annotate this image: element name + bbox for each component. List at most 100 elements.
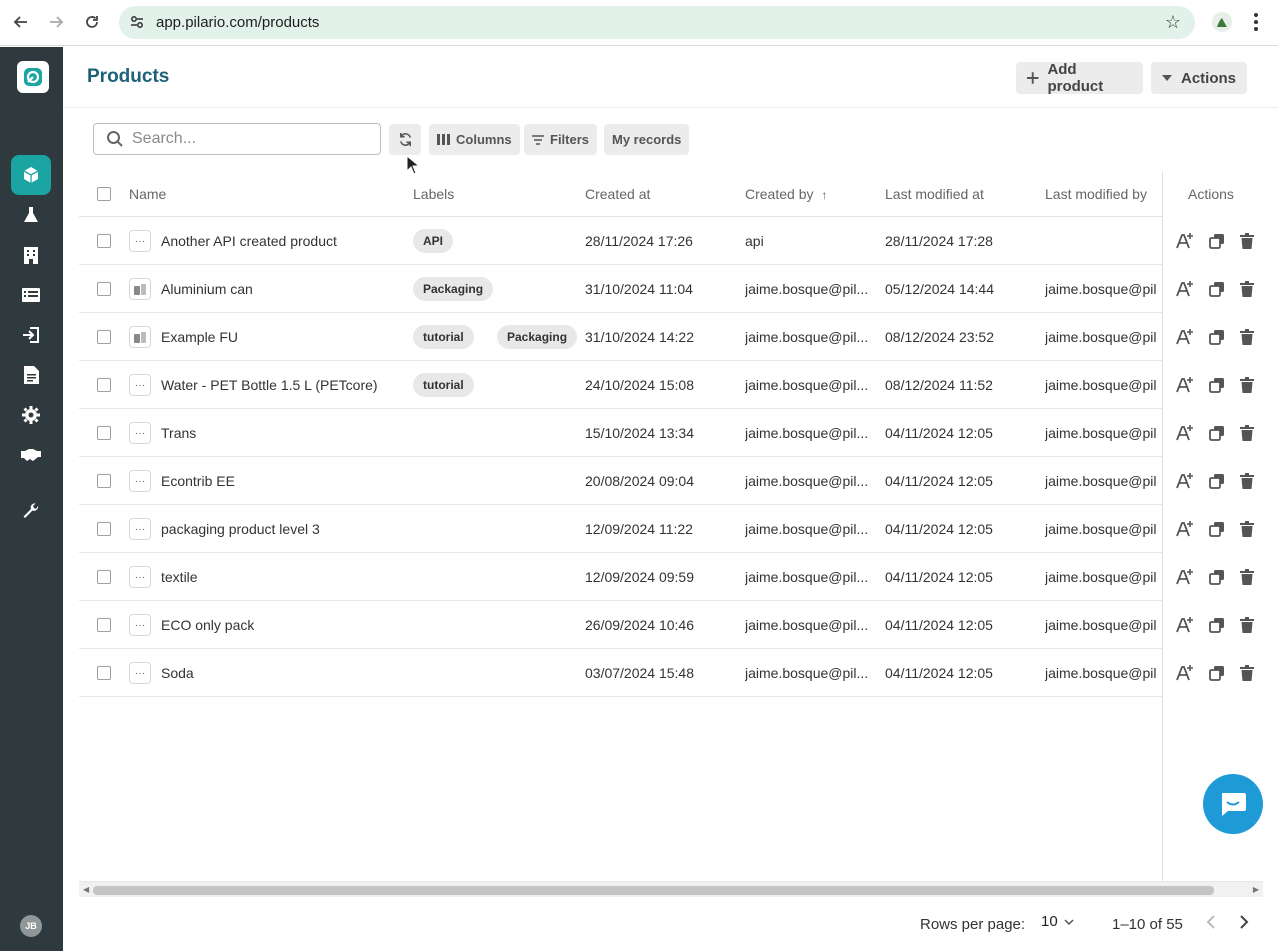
product-name[interactable]: Example FU bbox=[161, 329, 238, 345]
duplicate-button[interactable] bbox=[1206, 566, 1228, 588]
more-options-icon[interactable]: ··· bbox=[129, 566, 151, 588]
add-product-button[interactable]: Add product bbox=[1016, 61, 1143, 95]
product-name[interactable]: packaging product level 3 bbox=[161, 521, 320, 537]
table-row[interactable]: ··· ECO only pack 26/09/2024 10:46 jaime.bo… bbox=[79, 601, 1263, 649]
scroll-left-icon[interactable]: ◀ bbox=[83, 885, 89, 894]
delete-button[interactable] bbox=[1236, 374, 1258, 396]
table-row[interactable]: ··· packaging product level 3 12/09/2024 1… bbox=[79, 505, 1263, 553]
address-bar[interactable]: app.pilario.com/products ☆ bbox=[119, 6, 1195, 39]
assign-button[interactable] bbox=[1174, 470, 1196, 492]
delete-button[interactable] bbox=[1236, 230, 1258, 252]
table-row[interactable]: Example FU 31/10/2024 14:22 jaime.bosque@p… bbox=[79, 313, 1263, 361]
assign-button[interactable] bbox=[1174, 518, 1196, 540]
row-checkbox[interactable] bbox=[97, 426, 111, 440]
sidebar-item-import[interactable] bbox=[11, 315, 51, 355]
assign-button[interactable] bbox=[1174, 326, 1196, 348]
table-row[interactable]: ··· Water - PET Bottle 1.5 L (PETcore) 24/… bbox=[79, 361, 1263, 409]
assign-button[interactable] bbox=[1174, 422, 1196, 444]
browser-menu-button[interactable] bbox=[1248, 11, 1264, 33]
select-all-checkbox[interactable] bbox=[97, 187, 111, 201]
sidebar-item-products[interactable] bbox=[11, 155, 51, 195]
sidebar-item-documents[interactable] bbox=[11, 355, 51, 395]
row-checkbox[interactable] bbox=[97, 474, 111, 488]
next-page-button[interactable] bbox=[1239, 915, 1249, 934]
more-options-icon[interactable]: ··· bbox=[129, 470, 151, 492]
sidebar-item-settings[interactable] bbox=[11, 395, 51, 435]
more-options-icon[interactable]: ··· bbox=[129, 374, 151, 396]
search-field[interactable] bbox=[93, 123, 381, 155]
product-name[interactable]: ECO only pack bbox=[161, 617, 254, 633]
my-records-button[interactable]: My records bbox=[604, 124, 690, 155]
search-input[interactable] bbox=[132, 130, 362, 148]
delete-button[interactable] bbox=[1236, 326, 1258, 348]
actions-button[interactable]: Actions bbox=[1151, 62, 1247, 94]
column-header-labels[interactable]: Labels bbox=[413, 186, 454, 202]
product-name[interactable]: Trans bbox=[161, 425, 196, 441]
more-options-icon[interactable]: ··· bbox=[129, 518, 151, 540]
delete-button[interactable] bbox=[1236, 662, 1258, 684]
duplicate-button[interactable] bbox=[1206, 278, 1228, 300]
forward-button[interactable] bbox=[45, 11, 67, 33]
assign-button[interactable] bbox=[1174, 662, 1196, 684]
rows-per-page-select[interactable]: 10 bbox=[1041, 913, 1074, 930]
product-name[interactable]: Soda bbox=[161, 665, 194, 681]
duplicate-button[interactable] bbox=[1206, 614, 1228, 636]
delete-button[interactable] bbox=[1236, 518, 1258, 540]
row-checkbox[interactable] bbox=[97, 666, 111, 680]
row-checkbox[interactable] bbox=[97, 330, 111, 344]
site-settings-icon[interactable] bbox=[129, 14, 145, 30]
horizontal-scrollbar[interactable]: ◀ ▶ bbox=[79, 881, 1263, 897]
delete-button[interactable] bbox=[1236, 278, 1258, 300]
delete-button[interactable] bbox=[1236, 470, 1258, 492]
duplicate-button[interactable] bbox=[1206, 326, 1228, 348]
duplicate-button[interactable] bbox=[1206, 662, 1228, 684]
assign-button[interactable] bbox=[1174, 374, 1196, 396]
sidebar-item-lab[interactable] bbox=[11, 195, 51, 235]
more-options-icon[interactable]: ··· bbox=[129, 662, 151, 684]
more-options-icon[interactable]: ··· bbox=[129, 422, 151, 444]
scrollbar-thumb[interactable] bbox=[93, 886, 1214, 895]
delete-button[interactable] bbox=[1236, 614, 1258, 636]
delete-button[interactable] bbox=[1236, 566, 1258, 588]
assign-button[interactable] bbox=[1174, 230, 1196, 252]
row-checkbox[interactable] bbox=[97, 522, 111, 536]
table-row[interactable]: ··· Econtrib EE 20/08/2024 09:04 jaime.bosq… bbox=[79, 457, 1263, 505]
row-checkbox[interactable] bbox=[97, 282, 111, 296]
more-options-icon[interactable]: ··· bbox=[129, 614, 151, 636]
profile-avatar[interactable] bbox=[1212, 12, 1232, 32]
column-header-last-modified-by[interactable]: Last modified by bbox=[1045, 186, 1147, 202]
delete-button[interactable] bbox=[1236, 422, 1258, 444]
duplicate-button[interactable] bbox=[1206, 230, 1228, 252]
product-name[interactable]: Water - PET Bottle 1.5 L (PETcore) bbox=[161, 377, 378, 393]
duplicate-button[interactable] bbox=[1206, 422, 1228, 444]
filters-button[interactable]: Filters bbox=[524, 124, 598, 155]
reload-button[interactable] bbox=[81, 11, 103, 33]
sidebar-item-organizations[interactable] bbox=[11, 235, 51, 275]
sidebar-item-partners[interactable] bbox=[11, 435, 51, 475]
product-name[interactable]: Aluminium can bbox=[161, 281, 253, 297]
sidebar-item-lists[interactable] bbox=[11, 275, 51, 315]
pilario-logo[interactable] bbox=[17, 61, 49, 93]
table-row[interactable]: ··· Another API created product 28/11/2024… bbox=[79, 217, 1263, 265]
column-header-created-by[interactable]: Created by ↑ bbox=[745, 186, 827, 202]
sidebar-item-tools[interactable] bbox=[11, 491, 51, 531]
row-checkbox[interactable] bbox=[97, 234, 111, 248]
refresh-button[interactable] bbox=[389, 124, 421, 155]
bookmark-star-icon[interactable]: ☆ bbox=[1165, 12, 1181, 33]
previous-page-button[interactable] bbox=[1206, 915, 1216, 934]
columns-button[interactable]: Columns bbox=[429, 124, 520, 155]
duplicate-button[interactable] bbox=[1206, 470, 1228, 492]
assign-button[interactable] bbox=[1174, 566, 1196, 588]
user-avatar[interactable]: JB bbox=[20, 915, 42, 937]
row-checkbox[interactable] bbox=[97, 378, 111, 392]
row-checkbox[interactable] bbox=[97, 618, 111, 632]
more-options-icon[interactable]: ··· bbox=[129, 230, 151, 252]
assign-button[interactable] bbox=[1174, 614, 1196, 636]
scroll-right-icon[interactable]: ▶ bbox=[1253, 885, 1259, 894]
back-button[interactable] bbox=[10, 11, 32, 33]
duplicate-button[interactable] bbox=[1206, 374, 1228, 396]
assign-button[interactable] bbox=[1174, 278, 1196, 300]
duplicate-button[interactable] bbox=[1206, 518, 1228, 540]
column-header-last-modified-at[interactable]: Last modified at bbox=[885, 186, 984, 202]
table-row[interactable]: ··· textile 12/09/2024 09:59 jaime.bosque@p… bbox=[79, 553, 1263, 601]
